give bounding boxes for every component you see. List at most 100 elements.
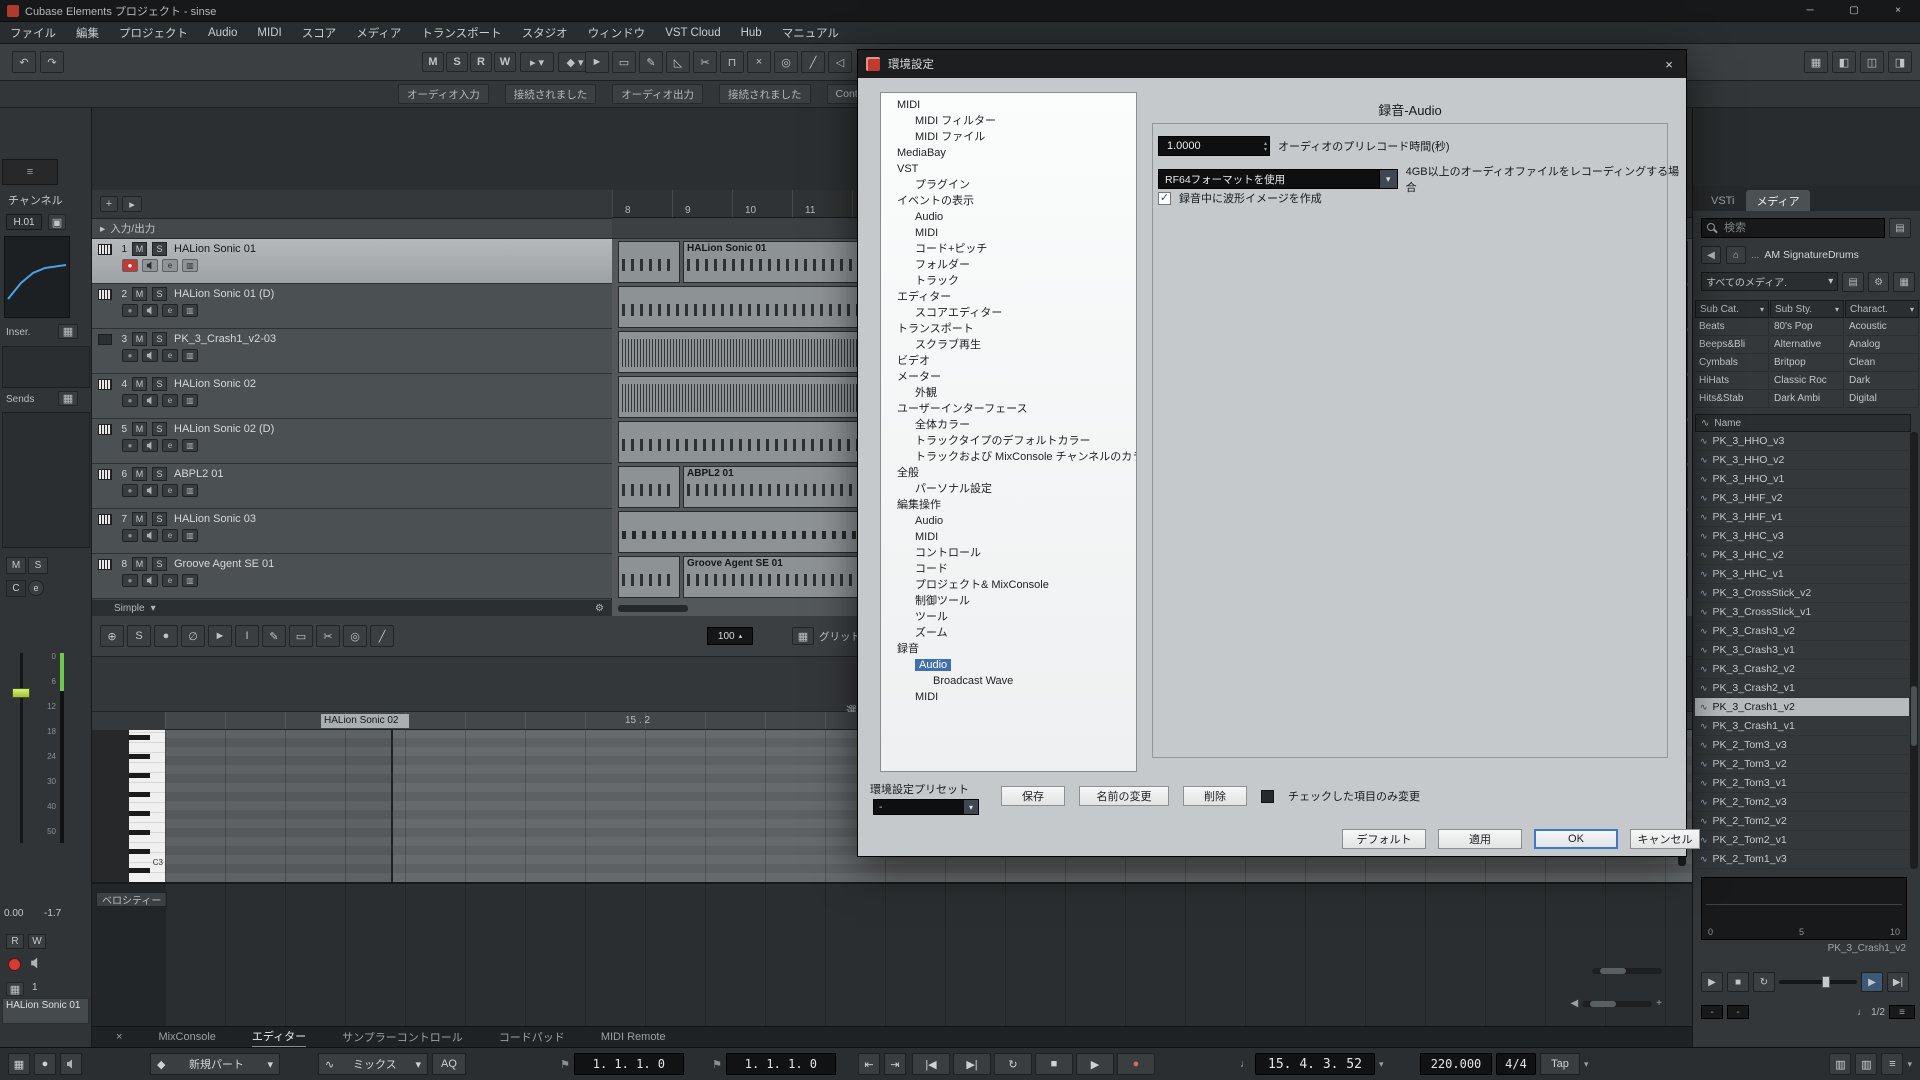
dropdown-icon[interactable]: ▾ — [1584, 1059, 1589, 1070]
filter-item[interactable]: Beeps&Bli — [1695, 336, 1769, 354]
preferences-tree-item[interactable]: Audio — [881, 209, 1136, 225]
channel-peak-value[interactable]: -1.7 — [44, 908, 61, 919]
track-mute-button[interactable]: M — [132, 332, 147, 346]
track-row[interactable]: 2 M S HALion Sonic 01 (D) ● e ▥ — [92, 284, 612, 329]
editor-tool-icon[interactable]: ◎ — [343, 625, 367, 647]
go-to-next-marker-button[interactable]: ▶| — [953, 1053, 991, 1075]
preview-field[interactable]: - — [1727, 1005, 1749, 1019]
time-signature-display[interactable]: 4/4 — [1496, 1053, 1536, 1075]
minimize-button[interactable]: ─ — [1788, 0, 1832, 22]
track-meter-icon[interactable]: ▥ — [182, 259, 198, 272]
only-checked-checkbox[interactable] — [1261, 790, 1274, 803]
media-file-row[interactable]: ∿ PK_2_Tom2_v3 — [1695, 793, 1909, 812]
track-monitor-icon[interactable] — [142, 574, 158, 587]
track-meter-icon[interactable]: ▥ — [182, 349, 198, 362]
preferences-tree-item[interactable]: MIDI — [881, 529, 1136, 545]
preferences-tree-item[interactable]: イベントの表示 — [881, 193, 1136, 209]
channel-curve-display[interactable] — [4, 236, 70, 318]
right-locator-display[interactable]: 1. 1. 1. 0 — [726, 1053, 836, 1075]
dropdown-icon[interactable]: ▾ — [151, 603, 156, 614]
menu-item[interactable]: マニュアル — [772, 22, 849, 44]
search-list-icon[interactable]: ▤ — [1889, 218, 1911, 238]
filter-item[interactable]: Alternative — [1770, 336, 1844, 354]
track-monitor-icon[interactable] — [142, 484, 158, 497]
apply-button[interactable]: 適用 — [1438, 829, 1522, 849]
cycle-button[interactable]: ↻ — [994, 1053, 1032, 1075]
track-solo-button[interactable]: S — [152, 287, 167, 301]
media-file-row[interactable]: ∿ PK_3_HHC_v3 — [1695, 527, 1909, 546]
filter-item[interactable]: HiHats — [1695, 372, 1769, 390]
right-zone-toggle-icon[interactable]: ◨ — [1888, 51, 1912, 73]
undo-button[interactable]: ↶ — [12, 51, 36, 73]
preferences-tree-item[interactable]: MIDI フィルター — [881, 113, 1136, 129]
preferences-tree-item[interactable]: Audio — [881, 657, 1136, 673]
editor-part-name[interactable]: HALion Sonic 02 — [321, 714, 409, 728]
record-button[interactable]: ● — [1117, 1053, 1155, 1075]
preferences-tree-item[interactable]: 制御ツール — [881, 593, 1136, 609]
lower-zone-tab[interactable]: サンプラーコントロール — [342, 1027, 463, 1048]
piano-keyboard[interactable]: C3 — [129, 730, 165, 882]
play-button[interactable]: ▶ — [1076, 1053, 1114, 1075]
breadcrumb-dots[interactable]: ... — [1751, 250, 1759, 261]
track-row[interactable]: 4 M S HALion Sonic 02 ● e ▥ — [92, 374, 612, 419]
track-meter-icon[interactable]: ▥ — [182, 439, 198, 452]
preferences-tree-item[interactable]: MIDI — [881, 97, 1136, 113]
dialog-close-icon[interactable]: × — [1652, 50, 1686, 78]
prerecord-seconds-field[interactable]: 1.0000 ▴▾ — [1158, 136, 1270, 156]
track-record-arm-button[interactable]: ● — [122, 529, 138, 542]
track-record-arm-button[interactable]: ● — [122, 259, 138, 272]
track-mute-button[interactable]: M — [132, 557, 147, 571]
setup-gear-icon[interactable]: ⚙ — [1868, 272, 1890, 292]
media-file-row[interactable]: ∿ PK_3_Crash3_v1 — [1695, 641, 1909, 660]
audio-activity-icon[interactable] — [60, 1053, 82, 1075]
media-file-row[interactable]: ∿ PK_3_HHO_v3 — [1695, 432, 1909, 451]
time-format-note-icon[interactable]: ♩ — [1240, 1058, 1251, 1070]
filter-column-header[interactable]: Sub Cat. ▾ — [1695, 300, 1769, 318]
preview-play-button[interactable]: ▶ — [1701, 972, 1723, 992]
track-solo-button[interactable]: S — [152, 242, 167, 256]
sends-icon[interactable]: ▦ — [58, 391, 78, 406]
track-settings-gear-icon[interactable]: ⚙ — [595, 603, 604, 614]
track-record-arm-button[interactable]: ● — [122, 349, 138, 362]
media-file-row[interactable]: ∿ PK_3_HHO_v2 — [1695, 451, 1909, 470]
channel-gain-value[interactable]: 0.00 — [4, 908, 23, 919]
automation-button[interactable]: M — [422, 52, 444, 72]
menu-item[interactable]: メディア — [346, 22, 411, 44]
track-monitor-icon[interactable] — [142, 394, 158, 407]
grid-label[interactable]: グリッド — [819, 629, 861, 644]
redo-button[interactable]: ↷ — [40, 51, 64, 73]
track-meter-icon[interactable]: ▥ — [182, 304, 198, 317]
instrument-keys-icon[interactable]: ▦ — [6, 982, 24, 996]
track-record-arm-button[interactable]: ● — [122, 304, 138, 317]
channel-mute-button[interactable]: M — [6, 557, 26, 574]
preferences-tree-item[interactable]: エディター — [881, 289, 1136, 305]
editor-tool-icon[interactable]: ► — [208, 625, 232, 647]
onscreen-keyboard-icon[interactable]: ▦ — [8, 1053, 30, 1075]
preferences-tree-item[interactable]: ユーザーインターフェース — [881, 401, 1136, 417]
preferences-tree-item[interactable]: MediaBay — [881, 145, 1136, 161]
left-locator-display[interactable]: 1. 1. 1. 0 — [574, 1053, 684, 1075]
filter-item[interactable]: Digital — [1845, 390, 1919, 408]
sends-section-label[interactable]: Sends — [6, 394, 34, 405]
filter-item[interactable]: Dark Ambi — [1770, 390, 1844, 408]
preferences-tree-item[interactable]: コード — [881, 561, 1136, 577]
track-row[interactable]: 8 M S Groove Agent SE 01 ● e ▥ — [92, 554, 612, 599]
search-input[interactable] — [1701, 218, 1885, 238]
autoscroll-button[interactable]: ▸▾ — [520, 52, 554, 72]
preferences-tree-item[interactable]: ズーム — [881, 625, 1136, 641]
volume-fader-rail[interactable] — [20, 653, 23, 843]
tool-icon[interactable]: ◺ — [666, 51, 690, 73]
filter-item[interactable]: Britpop — [1770, 354, 1844, 372]
right-zone-tab[interactable]: メディア — [1746, 190, 1809, 211]
editor-tool-icon[interactable]: ⊕ — [100, 625, 124, 647]
editor-tool-icon[interactable]: ╱ — [370, 625, 394, 647]
track-row[interactable]: 5 M S HALion Sonic 02 (D) ● e ▥ — [92, 419, 612, 464]
track-edit-button[interactable]: e — [162, 574, 178, 587]
punch-out-icon[interactable]: ⇥ — [884, 1053, 906, 1075]
track-meter-icon[interactable]: ▥ — [182, 394, 198, 407]
automation-button[interactable]: W — [494, 52, 516, 72]
volume-fader-handle[interactable] — [12, 688, 30, 698]
editor-tool-icon[interactable]: I — [235, 625, 259, 647]
track-record-arm-button[interactable]: ● — [122, 394, 138, 407]
filter-item[interactable]: Acoustic — [1845, 318, 1919, 336]
